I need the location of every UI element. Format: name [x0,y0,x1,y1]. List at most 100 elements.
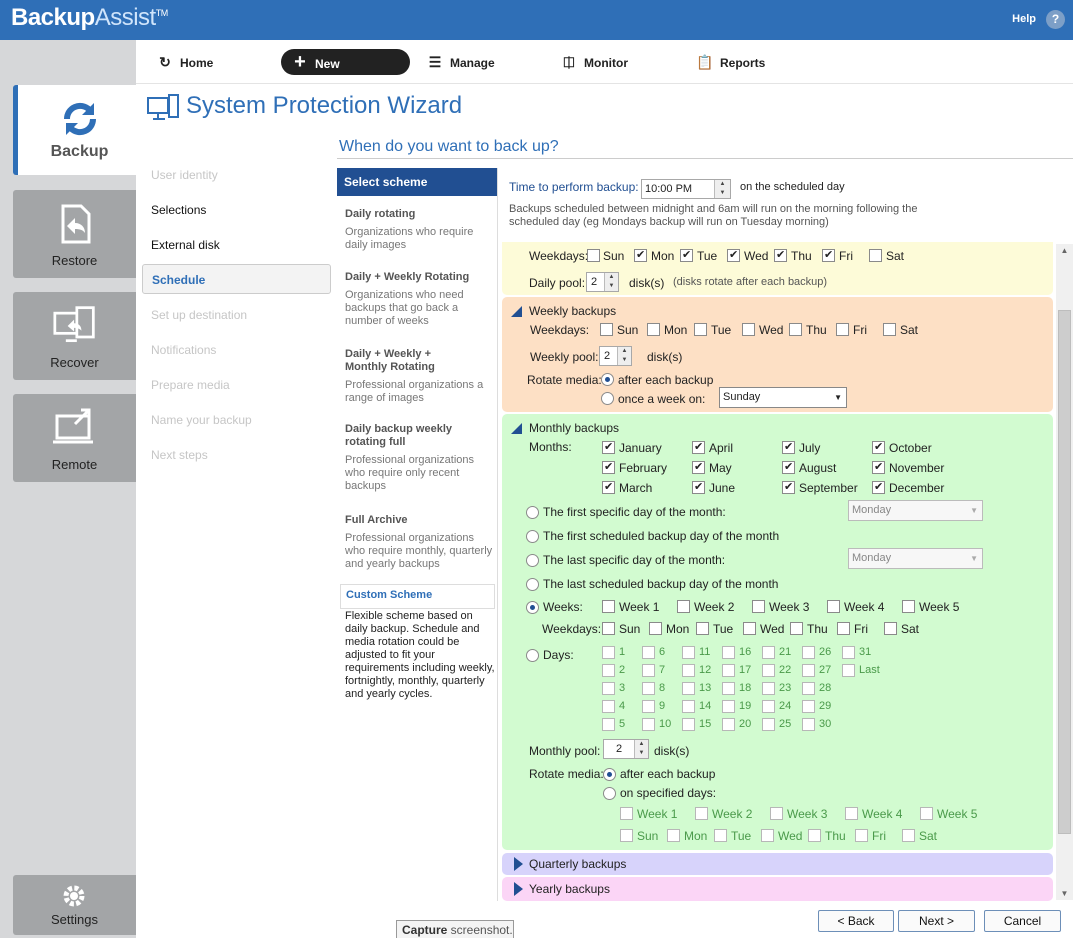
weekly-thu-checkbox[interactable] [789,323,802,336]
scheme-daily-weekly-full[interactable]: Daily backup weekly rotating full Profess… [345,423,475,493]
step-name-your-backup[interactable]: Name your backup [142,405,331,435]
scroll-down-icon[interactable]: ▼ [1056,889,1073,898]
day-of-month-checkbox[interactable] [762,682,775,695]
day-of-month-checkbox[interactable] [682,700,695,713]
weekly-mon-checkbox[interactable] [647,323,660,336]
scroll-thumb[interactable] [1058,310,1071,834]
month-checkbox[interactable] [602,440,615,454]
week-checkbox[interactable] [752,600,765,613]
month-checkbox[interactable] [782,480,795,494]
expand-icon[interactable] [514,882,523,896]
day-of-month-checkbox[interactable] [682,682,695,695]
daily-tue-checkbox[interactable] [680,248,693,262]
month-checkbox[interactable] [782,460,795,474]
first-specific-day-radio[interactable] [526,506,539,519]
day-of-month-checkbox[interactable] [762,718,775,731]
month-checkbox[interactable] [872,460,885,474]
day-of-month-checkbox[interactable] [802,682,815,695]
nav-remote[interactable]: Remote [13,394,136,482]
step-next-steps[interactable]: Next steps [142,440,331,470]
scheme-daily-weekly[interactable]: Daily + Weekly Rotating Organizations who… [345,271,495,328]
step-schedule[interactable]: Schedule [142,264,331,294]
step-user-identity[interactable]: User identity [142,160,331,190]
day-of-month-checkbox[interactable] [722,718,735,731]
time-spinner[interactable]: ▲ ▼ [714,180,730,198]
daily-thu-checkbox[interactable] [774,248,787,262]
nav-recover[interactable]: Recover [13,292,136,380]
weekly-day-select[interactable]: Sunday [719,387,847,408]
day-of-month-checkbox[interactable] [642,700,655,713]
week-checkbox[interactable] [902,600,915,613]
weekly-sat-checkbox[interactable] [883,323,896,336]
vertical-scrollbar[interactable]: ▲ ▼ [1056,244,1073,900]
day-of-month-checkbox[interactable] [802,664,815,677]
rotate-day-checkbox[interactable] [620,829,633,842]
month-checkbox[interactable] [782,440,795,454]
collapse-icon[interactable] [511,306,522,317]
rotate-day-checkbox[interactable] [808,829,821,842]
day-of-month-checkbox[interactable] [682,664,695,677]
spinner[interactable]: ▲ ▼ [617,347,631,365]
day-of-month-checkbox[interactable] [842,646,855,659]
cancel-button[interactable]: Cancel [984,910,1061,932]
rotate-day-checkbox[interactable] [902,829,915,842]
daily-pool-input[interactable]: 2 ▲ ▼ [586,272,619,292]
month-checkbox[interactable] [692,460,705,474]
month-checkbox[interactable] [692,440,705,454]
day-of-month-checkbox[interactable] [722,682,735,695]
rotate-day-checkbox[interactable] [714,829,727,842]
day-of-month-checkbox[interactable] [602,682,615,695]
weekly-tue-checkbox[interactable] [694,323,707,336]
last-scheduled-day-radio[interactable] [526,578,539,591]
month-checkbox[interactable] [872,440,885,454]
rotate-day-checkbox[interactable] [855,829,868,842]
scheme-custom[interactable]: Custom Scheme [340,584,495,609]
day-of-month-checkbox[interactable] [722,664,735,677]
day-of-month-checkbox[interactable] [802,646,815,659]
day-of-month-checkbox[interactable] [762,646,775,659]
week-checkbox[interactable] [677,600,690,613]
back-button[interactable]: < Back [818,910,894,932]
spinner[interactable]: ▲ ▼ [604,273,618,291]
day-of-month-checkbox[interactable] [802,700,815,713]
monthly-mon-checkbox[interactable] [649,622,662,635]
week-checkbox[interactable] [827,600,840,613]
day-of-month-checkbox[interactable] [642,664,655,677]
last-specific-day-select[interactable]: Monday [848,548,983,569]
day-of-month-checkbox[interactable] [722,646,735,659]
next-button[interactable]: Next > [898,910,975,932]
new-tab[interactable]: + New [281,49,410,75]
rotate-week-checkbox[interactable] [920,807,933,820]
weeks-radio[interactable] [526,601,539,614]
nav-backup[interactable]: Backup [13,85,136,175]
monitor-tab[interactable]: ⎅ Monitor [560,49,628,75]
day-of-month-checkbox[interactable] [722,700,735,713]
day-of-month-checkbox[interactable] [802,718,815,731]
weekly-wed-checkbox[interactable] [742,323,755,336]
step-set-up-destination[interactable]: Set up destination [142,300,331,330]
scroll-up-icon[interactable]: ▲ [1056,246,1073,255]
weekly-after-each-radio[interactable] [601,373,614,386]
day-of-month-checkbox[interactable] [602,718,615,731]
month-checkbox[interactable] [602,460,615,474]
help-icon[interactable]: ? [1046,10,1065,29]
monthly-after-each-radio[interactable] [603,768,616,781]
expand-icon[interactable] [514,857,523,871]
manage-tab[interactable]: ☰ Manage [426,49,495,75]
monthly-tue-checkbox[interactable] [696,622,709,635]
step-prepare-media[interactable]: Prepare media [142,370,331,400]
day-of-month-checkbox[interactable] [602,664,615,677]
weekly-once-a-week-radio[interactable] [601,392,614,405]
daily-sun-checkbox[interactable] [587,249,600,262]
day-of-month-checkbox[interactable] [762,700,775,713]
monthly-wed-checkbox[interactable] [743,622,756,635]
monthly-sun-checkbox[interactable] [602,622,615,635]
rotate-week-checkbox[interactable] [845,807,858,820]
first-specific-day-select[interactable]: Monday [848,500,983,521]
month-checkbox[interactable] [872,480,885,494]
rotate-day-checkbox[interactable] [761,829,774,842]
scheme-daily-weekly-monthly[interactable]: Daily + Weekly + Monthly Rotating Profess… [345,348,483,405]
day-of-month-checkbox[interactable] [682,646,695,659]
monthly-thu-checkbox[interactable] [790,622,803,635]
weekly-pool-input[interactable]: 2 ▲ ▼ [599,346,632,366]
